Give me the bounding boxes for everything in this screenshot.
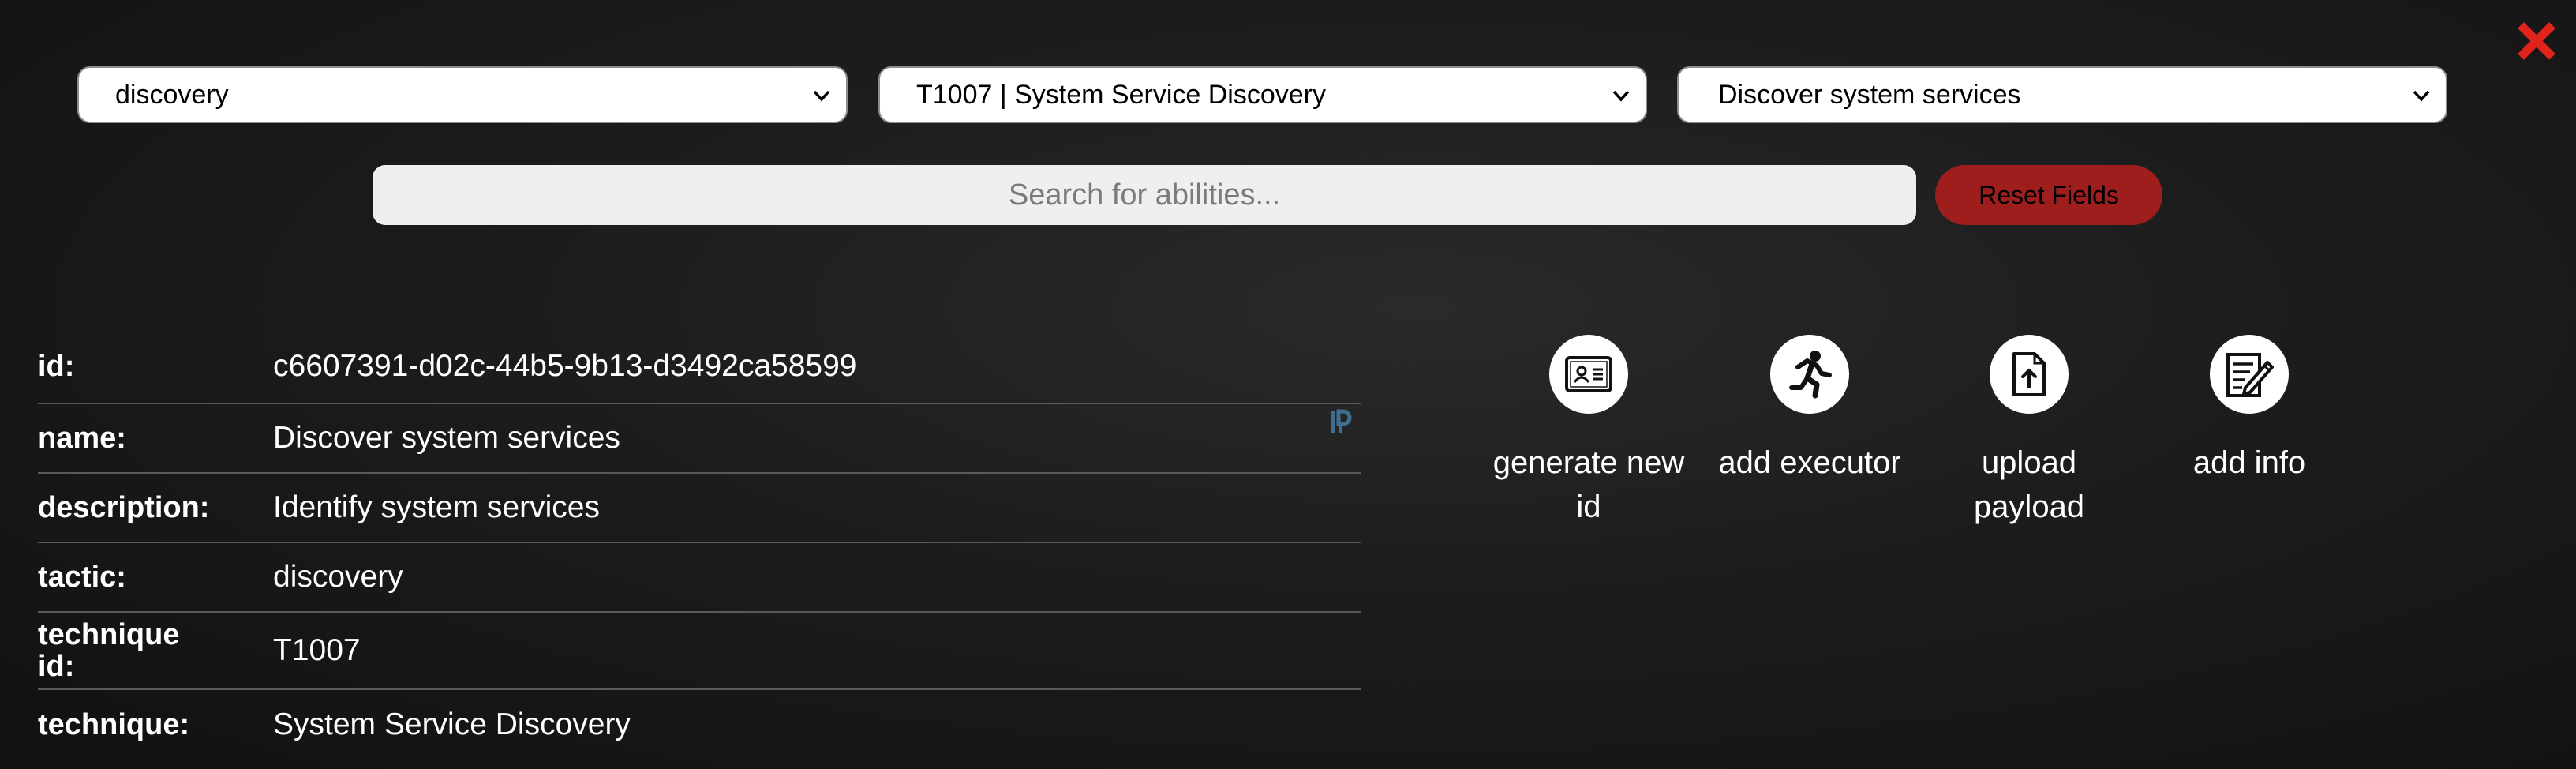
- name-label: name:: [38, 422, 126, 455]
- id-label: id:: [38, 350, 75, 383]
- add-executor-circle: [1770, 335, 1849, 414]
- tactic-value: discovery: [273, 560, 403, 594]
- chevron-down-icon: [2413, 90, 2430, 102]
- ability-select[interactable]: Discover system services: [1677, 66, 2447, 123]
- description-label: description:: [38, 491, 210, 524]
- id-value: c6607391-d02c-44b5-9b13-d3492ca58599: [273, 349, 857, 383]
- detail-row-tactic: tactic: discovery: [38, 543, 1361, 613]
- technique-select[interactable]: T1007 | System Service Discovery: [878, 66, 1647, 123]
- upload-payload-button[interactable]: upload payload: [1926, 335, 2132, 529]
- edit-notes-icon: [2226, 353, 2274, 397]
- password-manager-icon[interactable]: [1326, 408, 1354, 437]
- tactic-select[interactable]: discovery: [77, 66, 848, 123]
- add-executor-label: add executor: [1718, 445, 1901, 480]
- add-info-circle: [2210, 335, 2289, 414]
- ability-select-value: Discover system services: [1718, 80, 2021, 110]
- tactic-select-value: discovery: [115, 80, 229, 110]
- upload-payload-label: upload payload: [1973, 445, 2085, 524]
- detail-row-description: description: Identify system services: [38, 474, 1361, 543]
- tactic-label: tactic:: [38, 561, 126, 594]
- detail-row-technique: technique: System Service Discovery: [38, 690, 1361, 760]
- technique-id-value: T1007: [273, 633, 361, 667]
- chevron-down-icon: [813, 90, 830, 102]
- technique-id-label: technique id:: [38, 619, 273, 682]
- generate-new-id-label: generate new id: [1492, 445, 1685, 524]
- file-upload-icon: [2012, 352, 2046, 396]
- id-card-icon: [1565, 356, 1612, 392]
- technique-id-label-line2: id:: [38, 650, 75, 683]
- technique-value: System Service Discovery: [273, 707, 631, 741]
- add-executor-button[interactable]: add executor: [1707, 335, 1912, 485]
- upload-payload-circle: [1990, 335, 2069, 414]
- detail-row-id: id: c6607391-d02c-44b5-9b13-d3492ca58599: [38, 330, 1361, 404]
- add-info-button[interactable]: add info: [2147, 335, 2352, 485]
- name-value: Discover system services: [273, 421, 620, 455]
- chevron-down-icon: [1612, 90, 1630, 102]
- close-button[interactable]: [2513, 17, 2560, 65]
- generate-new-id-circle: [1549, 335, 1628, 414]
- technique-id-label-line1: technique: [38, 618, 180, 651]
- technique-label: technique:: [38, 708, 190, 741]
- technique-select-value: T1007 | System Service Discovery: [916, 80, 1326, 110]
- ability-details: id: c6607391-d02c-44b5-9b13-d3492ca58599…: [38, 330, 1361, 760]
- reset-fields-button[interactable]: Reset Fields: [1935, 165, 2162, 225]
- add-info-label: add info: [2192, 445, 2306, 480]
- detail-row-name: name: Discover system services: [38, 404, 1361, 474]
- name-field[interactable]: Discover system services: [273, 409, 1361, 456]
- running-person-icon: [1789, 351, 1832, 399]
- close-icon: [2518, 22, 2555, 60]
- generate-new-id-button[interactable]: generate new id: [1486, 335, 1691, 529]
- search-abilities-input[interactable]: [373, 165, 1916, 225]
- detail-row-technique-id: technique id: T1007: [38, 613, 1361, 690]
- description-value[interactable]: Identify system services: [273, 490, 1361, 525]
